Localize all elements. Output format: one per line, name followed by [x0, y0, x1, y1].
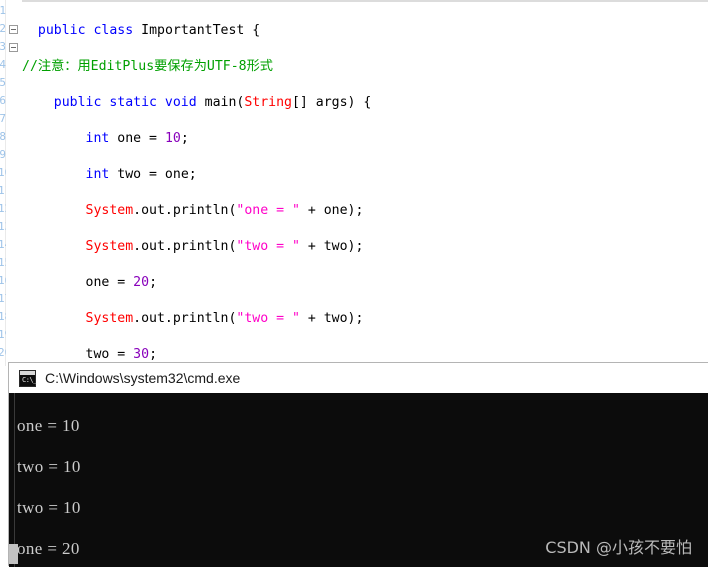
horizontal-scrollbar-thumb[interactable] [9, 544, 18, 564]
token-class: System [85, 203, 134, 218]
line-number: 18 [0, 310, 6, 323]
code-editor-pane[interactable]: 1 2 3 4 5 6 7 8 9 10 11 12 13 14 15 16 1… [0, 0, 708, 366]
line-number: 9 [0, 148, 6, 161]
line-number: 16 [0, 274, 6, 287]
token-plain: ; [180, 131, 189, 146]
line-number: 19 [0, 328, 6, 341]
console-output-text: one = 10 two = 10 two = 10 one = 20 ----… [17, 395, 305, 567]
editor-top-divider [8, 0, 708, 2]
token-keyword: public [37, 23, 86, 38]
token-plain: + two); [299, 239, 364, 254]
cmd-icon-titlebar [20, 370, 35, 375]
console-line: two = 10 [17, 456, 81, 476]
token-plain: ; [149, 275, 158, 290]
code-line: System.out.println("two = " + two); [22, 310, 697, 328]
source-code-text[interactable]: public class ImportantTest { //注意：用EditP… [22, 4, 697, 366]
console-line: one = 20 [17, 538, 80, 558]
token-string: "two = " [236, 311, 300, 326]
token-keyword: public static void [53, 95, 205, 110]
token-plain: one = [109, 131, 165, 146]
token-plain: ; [149, 347, 158, 362]
line-number: 17 [0, 292, 6, 305]
cmd-icon: C:\_ [19, 369, 37, 387]
token-number: 20 [133, 275, 150, 290]
editor-gutter[interactable]: 1 2 3 4 5 6 7 8 9 10 11 12 13 14 15 16 1… [0, 0, 22, 366]
code-line: one = 20; [22, 274, 697, 292]
token-plain: two = [85, 347, 134, 362]
token-class: System [85, 239, 134, 254]
token-string: "two = " [236, 239, 300, 254]
code-line: public class ImportantTest { [22, 22, 697, 40]
token-method: main( [204, 95, 245, 110]
console-line: two = 10 [17, 497, 81, 517]
token-keyword: class [93, 23, 134, 38]
line-number: 14 [0, 238, 6, 251]
token-plain: two = one; [109, 167, 197, 182]
token-comment: //注意：用EditPlus要保存为UTF-8形式 [22, 59, 273, 74]
line-number: 10 [0, 166, 6, 179]
token-keyword: int [85, 167, 110, 182]
token-plain: one = [85, 275, 134, 290]
token-keyword: int [85, 131, 110, 146]
console-output-area[interactable]: one = 10 two = 10 two = 10 one = 20 ----… [9, 393, 708, 567]
code-line: System.out.println("two = " + two); [22, 238, 697, 256]
token-plain: .out.println( [133, 239, 237, 254]
token-number: 30 [133, 347, 150, 362]
line-number: 2 [0, 22, 6, 35]
token-plain: + two); [299, 311, 364, 326]
console-line: one = 10 [17, 415, 80, 435]
line-number: 20 [0, 346, 6, 359]
token-classname: ImportantTest { [141, 23, 261, 38]
token-number: 10 [164, 131, 181, 146]
cmd-icon-prompt: C:\_ [22, 375, 37, 384]
code-line: //注意：用EditPlus要保存为UTF-8形式 [22, 58, 697, 76]
line-number: 15 [0, 256, 6, 269]
code-line: System.out.println("one = " + one); [22, 202, 697, 220]
line-number: 12 [0, 202, 6, 215]
code-fold-toggle[interactable] [9, 25, 18, 34]
line-number: 5 [0, 76, 6, 89]
token-type: String [244, 95, 292, 110]
code-line: int two = one; [22, 166, 697, 184]
line-number: 13 [0, 220, 6, 233]
line-number: 7 [0, 112, 6, 125]
line-number: 3 [0, 40, 6, 53]
token-string: "one = " [236, 203, 300, 218]
code-line: public static void main(String[] args) { [22, 94, 697, 112]
token-plain: .out.println( [133, 203, 237, 218]
token-plain: + one); [299, 203, 364, 218]
token-plain: .out.println( [133, 311, 237, 326]
line-number: 6 [0, 94, 6, 107]
code-fold-toggle[interactable] [9, 43, 18, 52]
console-title-bar[interactable]: C:\_ C:\Windows\system32\cmd.exe [9, 363, 708, 393]
console-title-text: C:\Windows\system32\cmd.exe [45, 370, 241, 386]
token-plain: [] args) { [291, 95, 372, 110]
console-left-margin [9, 393, 15, 567]
cmd-console-window[interactable]: C:\_ C:\Windows\system32\cmd.exe one = 1… [8, 362, 708, 567]
line-number: 11 [0, 184, 6, 197]
token-class: System [85, 311, 134, 326]
line-number: 4 [0, 58, 6, 71]
code-line: int one = 10; [22, 130, 697, 148]
line-number: 8 [0, 130, 6, 143]
line-number: 1 [0, 4, 6, 17]
